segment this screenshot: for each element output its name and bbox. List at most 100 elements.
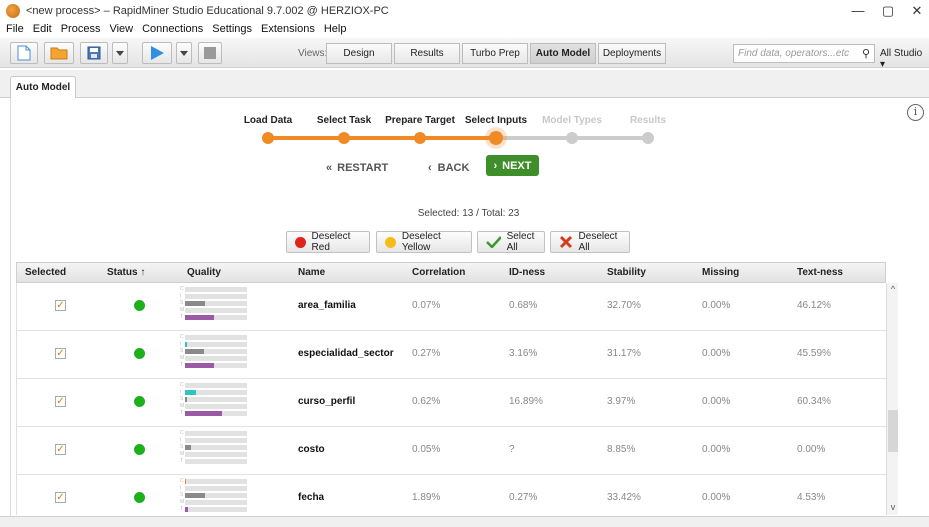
scrollbar-thumb[interactable] (888, 410, 898, 452)
quality-bar-letter: T (180, 362, 184, 368)
col-idness[interactable]: ID-ness (509, 267, 545, 278)
restart-button[interactable]: « RESTART (326, 160, 388, 176)
quality-bar-T: T (180, 458, 247, 464)
window-titlebar: <new process> – RapidMiner Studio Educat… (0, 0, 929, 22)
step-load-data[interactable]: Load Data (244, 115, 292, 126)
menu-connections[interactable]: Connections (142, 23, 203, 35)
table-row[interactable]: ✓ CISMT costo 0.05% ? 8.85% 0.00% 0.00% (17, 427, 886, 475)
step-select-task[interactable]: Select Task (317, 115, 371, 126)
save-disk-icon (87, 46, 101, 60)
search-scope-dropdown[interactable]: All Studio ▾ (880, 48, 929, 70)
col-selected[interactable]: Selected (25, 267, 66, 278)
close-button[interactable]: ✕ (902, 2, 929, 20)
status-indicator (134, 396, 145, 407)
deselect-yellow-button[interactable]: Deselect Yellow (376, 231, 472, 253)
inputs-table-body: ✓ CISMT area_familia 0.07% 0.68% 32.70% … (16, 283, 886, 515)
view-tab-design[interactable]: Design (326, 43, 392, 64)
row-selected-checkbox[interactable]: ✓ (55, 444, 66, 455)
scroll-up-arrow-icon[interactable]: ^ (887, 283, 899, 295)
new-process-button[interactable] (10, 42, 38, 64)
step-select-inputs[interactable]: Select Inputs (465, 115, 527, 126)
back-button[interactable]: ‹ BACK (428, 160, 469, 176)
save-button[interactable] (80, 42, 108, 64)
row-selected-checkbox[interactable]: ✓ (55, 396, 66, 407)
red-x-icon (559, 235, 573, 249)
quality-bars: CISMT (180, 382, 247, 423)
menu-edit[interactable]: Edit (33, 23, 52, 35)
quality-bar-letter: I (180, 341, 182, 347)
deselect-yellow-label: Deselect Yellow (401, 231, 441, 253)
quality-bar-C: C (180, 286, 247, 292)
menu-file[interactable]: File (6, 23, 24, 35)
step-dot-load-data (262, 132, 274, 144)
table-row[interactable]: ✓ CISMT curso_perfil 0.62% 16.89% 3.97% … (17, 379, 886, 427)
cell-name: costo (298, 444, 325, 455)
next-button[interactable]: › NEXT (486, 155, 539, 176)
quality-bar-fill (185, 301, 205, 306)
quality-bar-fill (185, 445, 191, 450)
table-row[interactable]: ✓ CISMT fecha 1.89% 0.27% 33.42% 0.00% 4… (17, 475, 886, 515)
run-process-button[interactable] (142, 42, 172, 64)
col-correlation[interactable]: Correlation (412, 267, 465, 278)
maximize-button[interactable]: ▢ (873, 2, 903, 20)
deselect-red-label: Deselect Red (311, 231, 351, 253)
info-icon[interactable]: i (907, 104, 924, 121)
step-model-types: Model Types (542, 115, 602, 126)
menu-settings[interactable]: Settings (212, 23, 252, 35)
menu-extensions[interactable]: Extensions (261, 23, 315, 35)
quality-bar-letter: C (180, 382, 184, 388)
cell-idness: 0.68% (509, 300, 538, 311)
checkmark-icon (486, 236, 501, 248)
folder-icon (50, 47, 68, 60)
step-dot-select-task (338, 132, 350, 144)
col-status[interactable]: Status ↑ (107, 267, 145, 278)
row-selected-checkbox[interactable]: ✓ (55, 348, 66, 359)
row-selected-checkbox[interactable]: ✓ (55, 492, 66, 503)
tab-auto-model[interactable]: Auto Model (10, 76, 76, 98)
col-stability[interactable]: Stability (607, 267, 646, 278)
view-tab-deployments[interactable]: Deployments (598, 43, 666, 64)
row-selected-checkbox[interactable]: ✓ (55, 300, 66, 311)
table-scrollbar[interactable]: ^ v (886, 283, 898, 515)
cell-missing: 0.00% (702, 396, 731, 407)
cell-textness: 46.12% (797, 300, 831, 311)
quality-bar-C: C (180, 430, 247, 436)
view-tab-results[interactable]: Results (394, 43, 460, 64)
quality-bar-letter: S (180, 348, 184, 354)
open-process-button[interactable] (44, 42, 74, 64)
menu-help[interactable]: Help (324, 23, 347, 35)
search-icon[interactable]: ⚲ (862, 47, 870, 60)
menu-view[interactable]: View (109, 23, 133, 35)
cell-name: area_familia (298, 300, 356, 311)
col-quality[interactable]: Quality (187, 267, 221, 278)
col-name[interactable]: Name (298, 267, 325, 278)
step-dot-prepare-target (414, 132, 426, 144)
quality-bar-I: I (180, 293, 247, 299)
run-dropdown-button[interactable] (176, 42, 192, 64)
cell-missing: 0.00% (702, 348, 731, 359)
col-missing[interactable]: Missing (702, 267, 739, 278)
table-row[interactable]: ✓ CISMT especialidad_sector 0.27% 3.16% … (17, 331, 886, 379)
cell-name: curso_perfil (298, 396, 356, 407)
stop-process-button[interactable] (198, 42, 222, 64)
cell-correlation: 0.07% (412, 300, 441, 311)
quality-bar-M: M (180, 403, 247, 409)
cell-missing: 0.00% (702, 492, 731, 503)
step-prepare-target[interactable]: Prepare Target (385, 115, 455, 126)
view-tab-turbo-prep[interactable]: Turbo Prep (462, 43, 528, 64)
cell-stability: 3.97% (607, 396, 636, 407)
save-dropdown-button[interactable] (112, 42, 128, 64)
select-all-button[interactable]: Select All (477, 231, 545, 253)
quality-bar-T: T (180, 506, 247, 512)
deselect-all-button[interactable]: Deselect All (550, 231, 630, 253)
minimize-button[interactable]: — (843, 2, 873, 20)
view-tab-auto-model[interactable]: Auto Model (530, 43, 596, 64)
menu-process[interactable]: Process (61, 23, 101, 35)
scroll-down-arrow-icon[interactable]: v (887, 501, 899, 513)
deselect-red-button[interactable]: Deselect Red (286, 231, 370, 253)
table-row[interactable]: ✓ CISMT area_familia 0.07% 0.68% 32.70% … (17, 283, 886, 331)
quality-bar-letter: M (180, 307, 185, 313)
quality-bar-I: I (180, 389, 247, 395)
global-search-input[interactable]: Find data, operators...etc ⚲ (733, 44, 875, 63)
col-textness[interactable]: Text-ness (797, 267, 843, 278)
